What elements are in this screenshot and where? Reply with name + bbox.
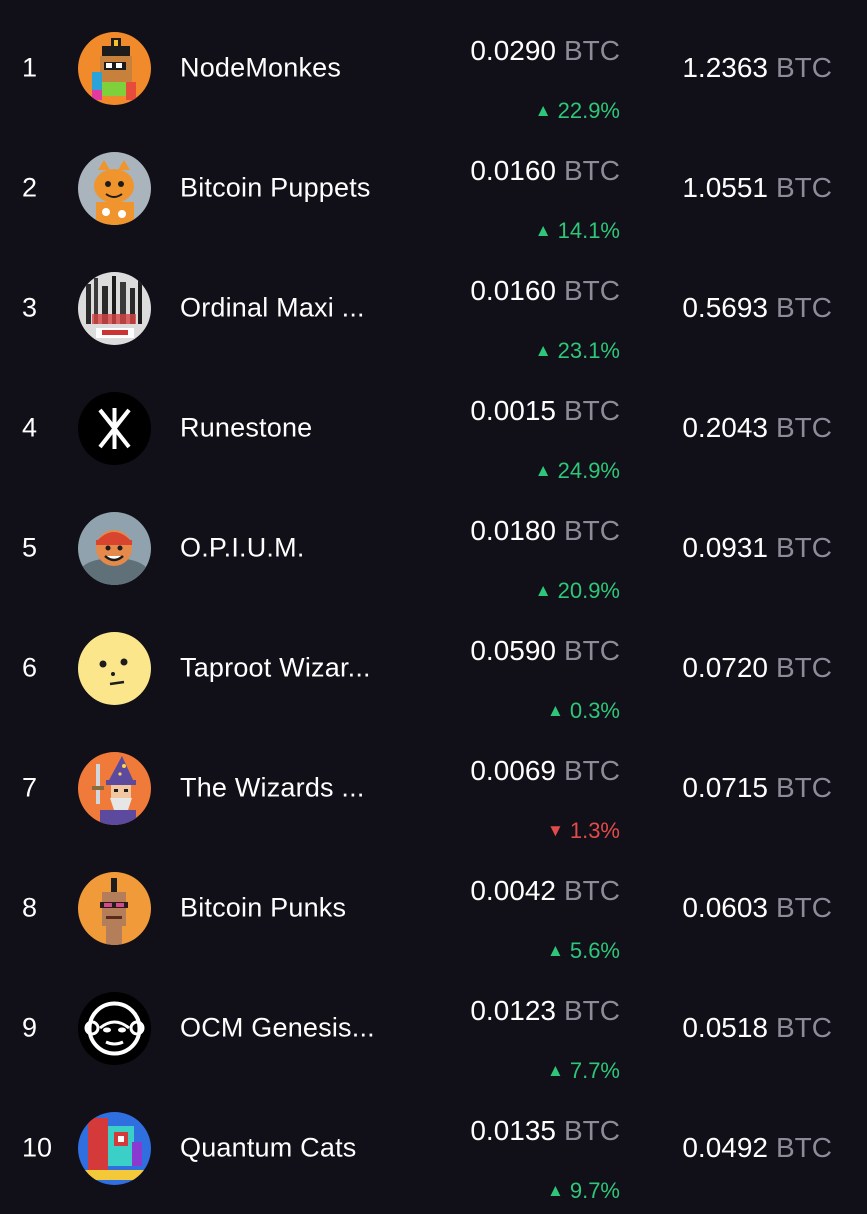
floor-price: 0.0069 BTC: [470, 755, 620, 786]
triangle-up-icon: ▲: [547, 701, 564, 720]
triangle-up-icon: ▲: [547, 1181, 564, 1200]
price-change: ▲ 7.7%: [547, 1058, 620, 1083]
collection-name: OCM Genesis...: [180, 1012, 375, 1043]
collection-name: Bitcoin Punks: [180, 892, 347, 923]
price-change: ▲ 23.1%: [534, 338, 620, 363]
collection-name: O.P.I.U.M.: [180, 532, 305, 563]
ordinal-maxi-avatar-icon: [78, 272, 151, 345]
triangle-up-icon: ▲: [534, 101, 552, 120]
rank-number: 2: [22, 172, 38, 203]
triangle-down-icon: ▼: [547, 821, 564, 840]
collection-row[interactable]: 9 OCM Genesis... 0.0123 BTC ▲ 7.7% 0.0518 B…: [0, 974, 867, 1094]
collection-name: Quantum Cats: [180, 1132, 357, 1163]
collection-name: Runestone: [180, 412, 313, 443]
triangle-up-icon: ▲: [534, 581, 552, 600]
floor-price: 0.0135 BTC: [470, 1115, 620, 1146]
bitcoin-punks-avatar-icon: [78, 872, 151, 945]
floor-price: 0.0042 BTC: [470, 875, 620, 906]
rank-number: 10: [22, 1132, 53, 1163]
collection-name: Taproot Wizar...: [180, 652, 371, 683]
bitcoin-puppets-avatar-icon: [78, 152, 151, 225]
collection-row[interactable]: 5 O.P.I.U.M. 0.0180 BTC ▲ 20.9% 0.0931 BTC: [0, 494, 867, 614]
collection-name: Bitcoin Puppets: [180, 172, 371, 203]
rank-number: 8: [22, 892, 38, 923]
volume: 0.2043 BTC: [682, 412, 832, 443]
price-change: ▲ 5.6%: [547, 938, 620, 963]
floor-price: 0.0123 BTC: [470, 995, 620, 1026]
rank-number: 4: [22, 412, 38, 443]
rank-number: 3: [22, 292, 38, 323]
collection-name: Ordinal Maxi ...: [180, 292, 365, 323]
volume: 0.0931 BTC: [682, 532, 832, 563]
volume: 0.0603 BTC: [682, 892, 832, 923]
the-wizards-avatar-icon: [78, 752, 151, 825]
price-change: ▲ 20.9%: [534, 578, 620, 603]
volume: 0.0720 BTC: [682, 652, 832, 683]
volume: 1.0551 BTC: [682, 172, 832, 203]
runestone-avatar-icon: [78, 392, 151, 465]
price-change: ▼ 1.3%: [547, 818, 620, 843]
collection-row[interactable]: 2 Bitcoin Puppets 0.0160 BTC ▲ 14.1% 1.055…: [0, 134, 867, 254]
volume: 1.2363 BTC: [682, 52, 832, 83]
collection-row[interactable]: 10 Quantum Cats 0.0135 BTC ▲ 9.7% 0.0492 BT…: [0, 1094, 867, 1214]
collection-name: NodeMonkes: [180, 52, 342, 83]
rank-number: 5: [22, 532, 38, 563]
floor-price: 0.0290 BTC: [470, 35, 620, 66]
price-change: ▲ 14.1%: [534, 218, 620, 243]
triangle-up-icon: ▲: [534, 341, 552, 360]
collection-row[interactable]: 6 Taproot Wizar... 0.0590 BTC ▲ 0.3% 0.072…: [0, 614, 867, 734]
volume: 0.5693 BTC: [682, 292, 832, 323]
rank-number: 9: [22, 1012, 38, 1043]
rank-number: 6: [22, 652, 38, 683]
volume: 0.0518 BTC: [682, 1012, 832, 1043]
triangle-up-icon: ▲: [547, 941, 564, 960]
floor-price: 0.0160 BTC: [470, 275, 620, 306]
volume: 0.0492 BTC: [682, 1132, 832, 1163]
triangle-up-icon: ▲: [547, 1061, 564, 1080]
floor-price: 0.0590 BTC: [470, 635, 620, 666]
opium-avatar-icon: [78, 512, 151, 585]
floor-price: 0.0180 BTC: [470, 515, 620, 546]
volume: 0.0715 BTC: [682, 772, 832, 803]
collection-row[interactable]: 4 Runestone 0.0015 BTC ▲ 24.9% 0.2043 BTC: [0, 374, 867, 494]
nodemonkes-avatar-icon: [78, 32, 151, 105]
collection-row[interactable]: 7 The Wizards ... 0.0069 BTC ▼ 1.3% 0.0715…: [0, 734, 867, 854]
collection-row[interactable]: 1 NodeMonkes 0.0290 BTC ▲ 22.9% 1.2363 BTC: [0, 14, 867, 134]
price-change: ▲ 24.9%: [534, 458, 620, 483]
collection-row[interactable]: 3 Ordinal Maxi ... 0.0160 BTC ▲ 23.1% 0.56…: [0, 254, 867, 374]
collection-ranking-list: 1 NodeMonkes 0.0290 BTC ▲ 22.9% 1.2363 BTC: [0, 0, 867, 1203]
ocm-genesis-avatar-icon: [78, 992, 151, 1065]
price-change: ▲ 9.7%: [547, 1178, 620, 1203]
floor-price: 0.0015 BTC: [470, 395, 620, 426]
price-change: ▲ 22.9%: [534, 98, 620, 123]
triangle-up-icon: ▲: [534, 461, 552, 480]
quantum-cats-avatar-icon: [78, 1112, 151, 1185]
rank-number: 1: [22, 52, 38, 83]
floor-price: 0.0160 BTC: [470, 155, 620, 186]
taproot-wizards-avatar-icon: [78, 632, 151, 705]
triangle-up-icon: ▲: [534, 221, 552, 240]
collection-row[interactable]: 8 Bitcoin Punks 0.0042 BTC ▲ 5.6% 0.0603 BT…: [0, 854, 867, 974]
collection-name: The Wizards ...: [180, 772, 365, 803]
rank-number: 7: [22, 772, 38, 803]
price-change: ▲ 0.3%: [547, 698, 620, 723]
